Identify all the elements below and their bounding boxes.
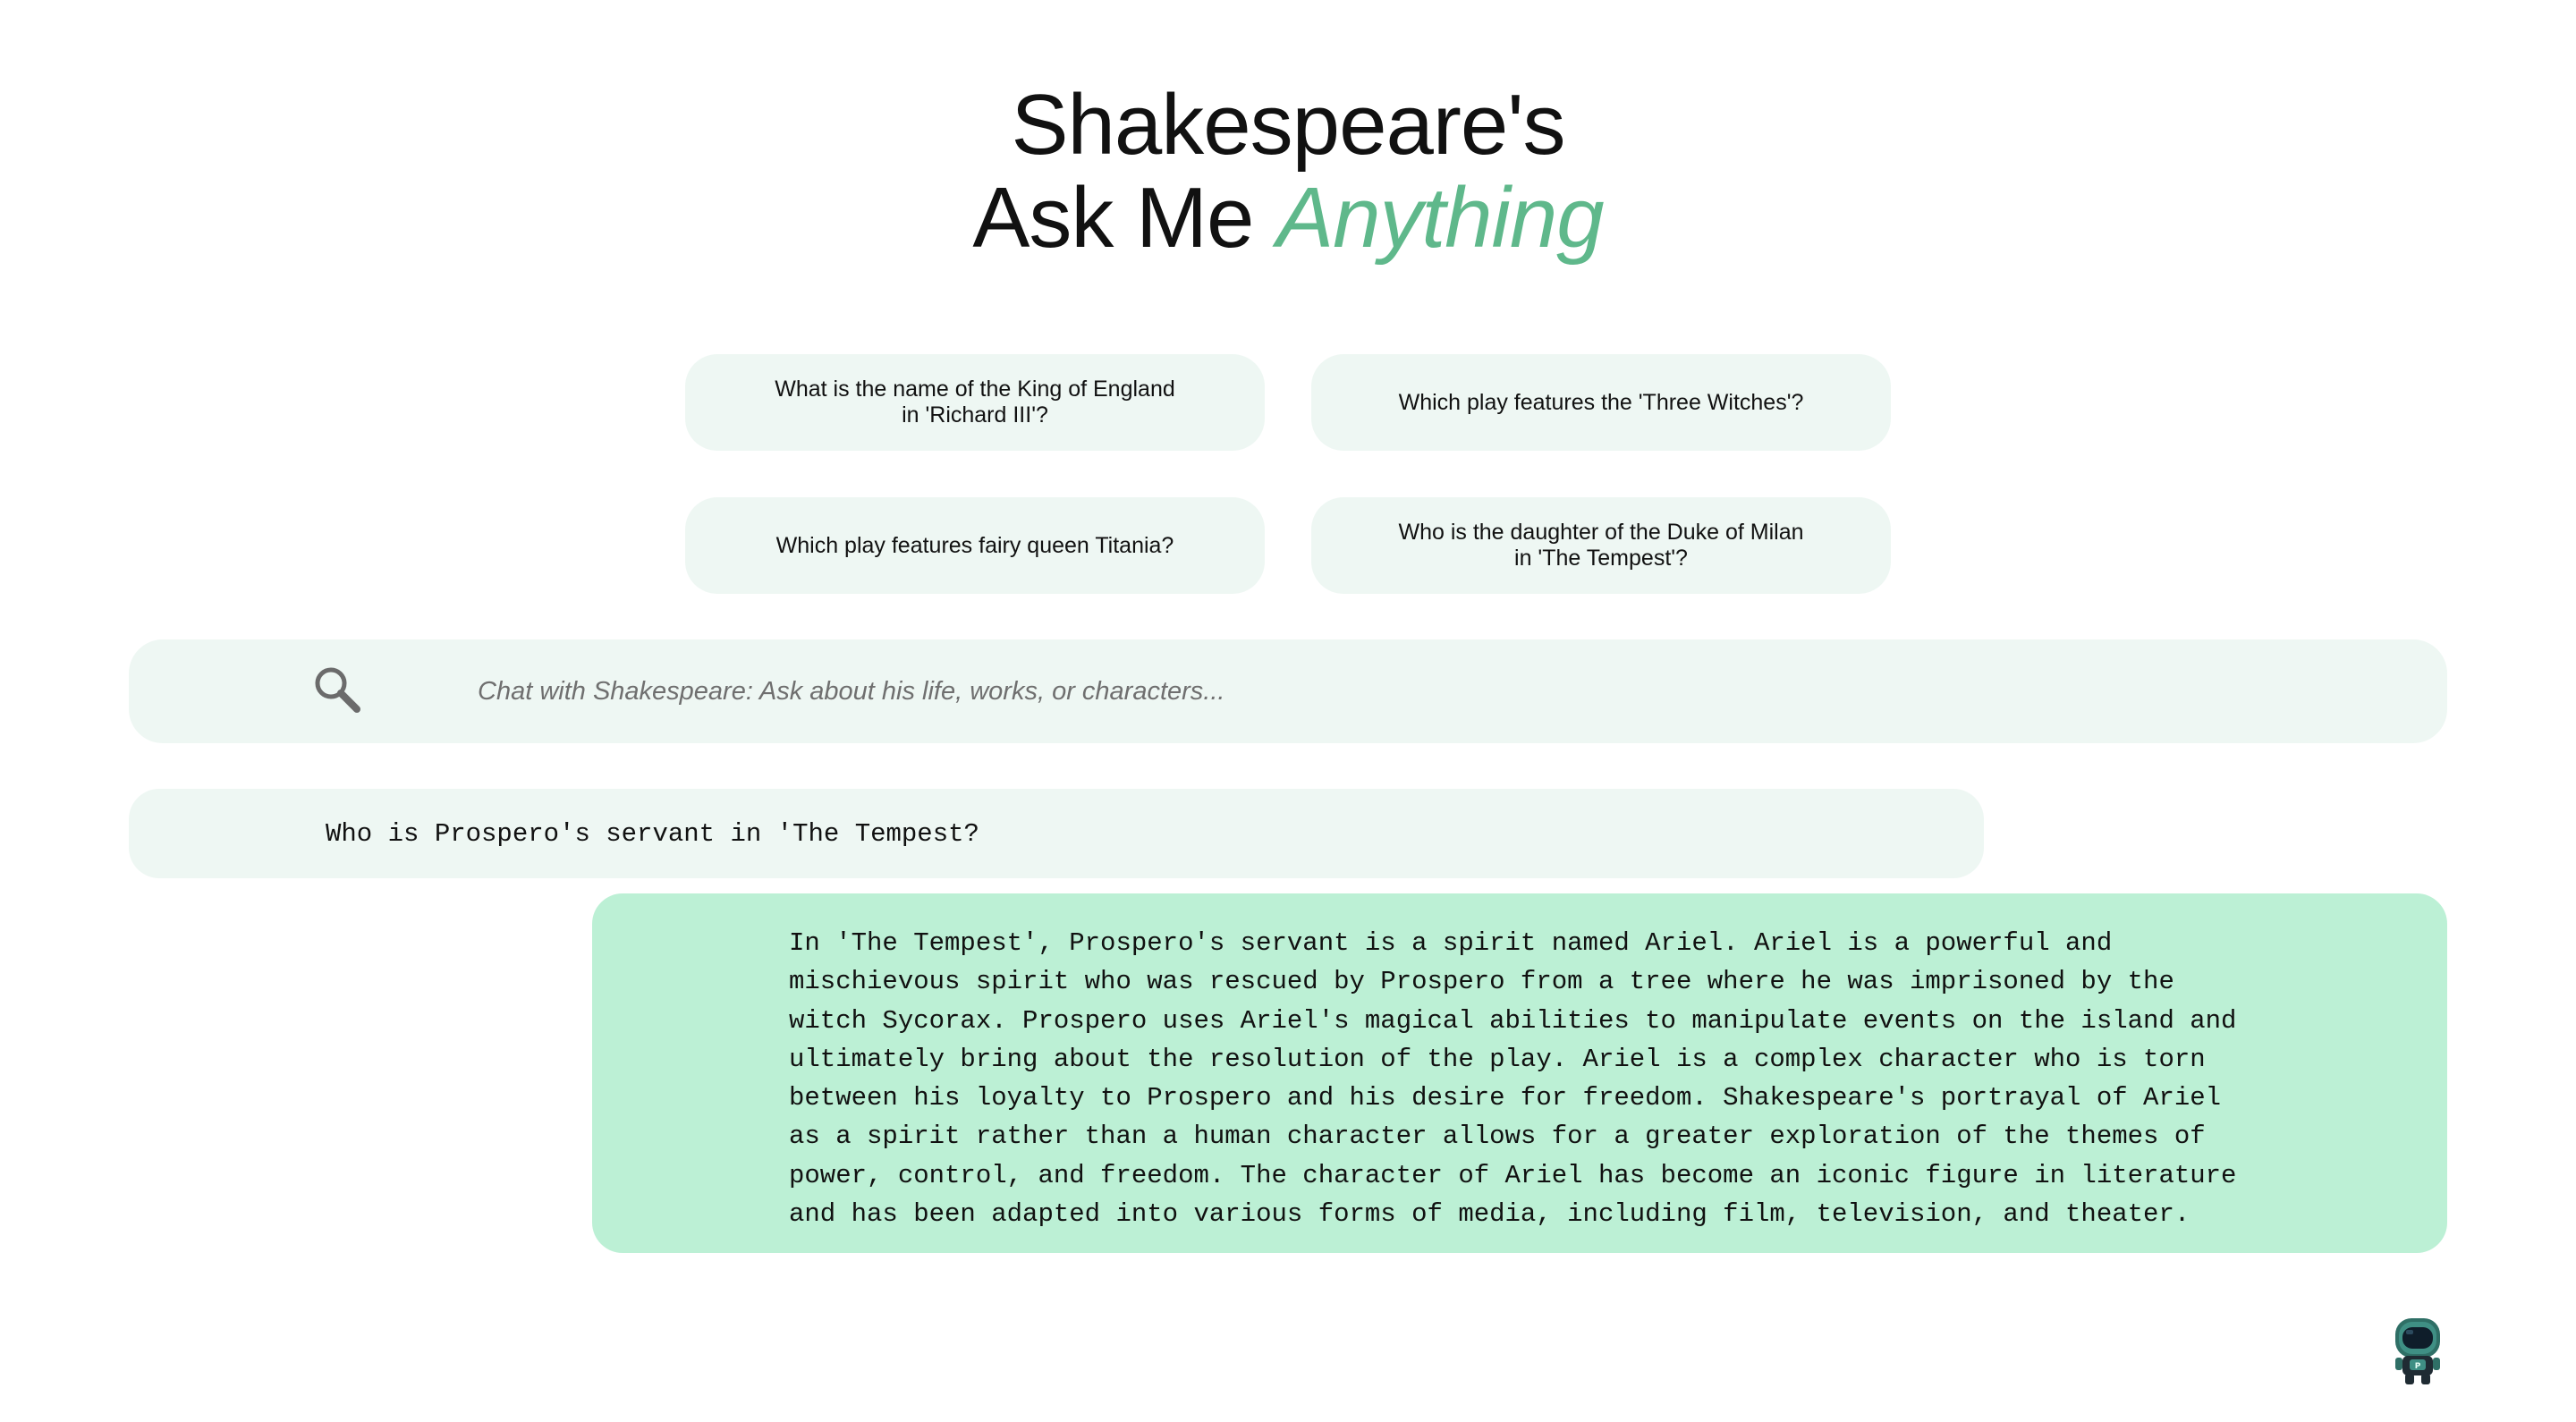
title-line-1: Shakespeare's	[1011, 77, 1565, 173]
assistant-message-line: mischievous spirit who was rescued by Pr…	[789, 967, 2174, 997]
search-icon[interactable]	[309, 662, 363, 715]
suggestion-label: Which play features the 'Three Witches'?	[1398, 389, 1804, 415]
svg-text:P: P	[2415, 1362, 2421, 1371]
assistant-message-line: and has been adapted into various forms …	[789, 1199, 2190, 1230]
suggestion-button-2[interactable]: Which play features the 'Three Witches'?	[1311, 354, 1891, 451]
suggestion-label: Which play features fairy queen Titania?	[775, 532, 1174, 558]
user-message-bubble: Who is Prospero's servant in 'The Tempes…	[129, 789, 1984, 878]
assistant-message-bubble: In 'The Tempest', Prospero's servant is …	[592, 893, 2447, 1253]
search-input[interactable]	[478, 660, 2356, 723]
page-title: Shakespeare's Ask Me Anything	[0, 79, 2576, 265]
assistant-message-line: ultimately bring about the resolution of…	[789, 1044, 2206, 1074]
title-line-2: Ask Me Anything	[0, 172, 2576, 265]
title-prefix: Ask Me	[972, 170, 1254, 266]
astronaut-avatar-icon[interactable]: P	[2390, 1316, 2445, 1386]
suggestion-button-4[interactable]: Who is the daughter of the Duke of Milan…	[1311, 497, 1891, 594]
assistant-message-line: In 'The Tempest', Prospero's servant is …	[789, 928, 2113, 958]
assistant-message-line: between his loyalty to Prospero and his …	[789, 1083, 2222, 1113]
suggestion-label: Who is the daughter of the Duke of Milan…	[1398, 520, 1804, 571]
suggestion-button-1[interactable]: What is the name of the King of England …	[685, 354, 1265, 451]
assistant-message-line: as a spirit rather than a human characte…	[789, 1122, 2206, 1152]
title-accent: Anything	[1276, 170, 1605, 266]
assistant-message-line: power, control, and freedom. The charact…	[789, 1160, 2237, 1190]
suggestion-button-3[interactable]: Which play features fairy queen Titania?	[685, 497, 1265, 594]
suggestion-label: What is the name of the King of England …	[775, 377, 1175, 427]
user-message-text: Who is Prospero's servant in 'The Tempes…	[326, 818, 979, 849]
assistant-message-line: witch Sycorax. Prospero uses Ariel's mag…	[789, 1005, 2237, 1036]
